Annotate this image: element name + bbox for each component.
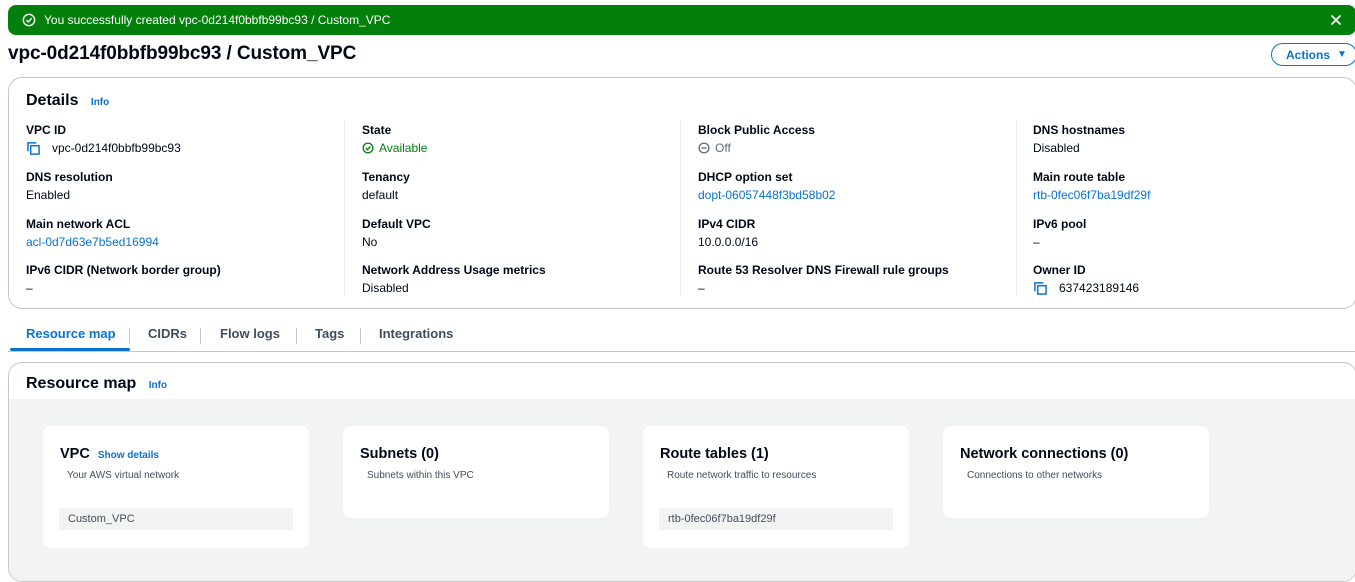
- dns-hostnames-value: Disabled: [1033, 141, 1080, 155]
- subnets-card-subtitle: Subnets within this VPC: [367, 470, 474, 481]
- field-label: Tenancy: [362, 170, 410, 184]
- field-main-network-acl: Main network ACL acl-0d7d63e7b5ed16994: [26, 217, 159, 250]
- resource-map-info-link[interactable]: Info: [149, 380, 167, 391]
- field-label: State: [362, 123, 392, 137]
- tab-resource-map[interactable]: Resource map: [26, 326, 116, 341]
- route-table-item[interactable]: rtb-0fec06f7ba19df29f: [659, 508, 893, 530]
- tab-separator: [200, 328, 201, 344]
- tab-cidrs[interactable]: CIDRs: [148, 326, 187, 341]
- field-label: DNS resolution: [26, 170, 113, 184]
- route53-value: –: [698, 281, 705, 295]
- vpc-card-title: VPC: [60, 446, 90, 462]
- field-dhcp-option-set: DHCP option set dopt-06057448f3bd58b02: [698, 170, 835, 203]
- field-label: VPC ID: [26, 123, 67, 137]
- ipv6-pool-value: –: [1033, 235, 1040, 249]
- resource-map-header: Resource map Info: [26, 375, 167, 393]
- route-tables-card: Route tables (1) Route network traffic t…: [643, 426, 909, 548]
- field-block-public-access: Block Public Access Off: [698, 123, 815, 156]
- field-label: IPv4 CIDR: [698, 217, 756, 231]
- field-tenancy: Tenancy default: [362, 170, 410, 203]
- tab-separator: [296, 328, 297, 344]
- field-main-route-table: Main route table rtb-0fec06f7ba19df29f: [1033, 170, 1150, 203]
- details-header: Details Info: [26, 92, 109, 110]
- copy-icon[interactable]: [1034, 281, 1047, 295]
- details-info-link[interactable]: Info: [91, 97, 109, 108]
- column-divider: [344, 120, 345, 295]
- field-label: DNS hostnames: [1033, 123, 1126, 137]
- field-nau-metrics: Network Address Usage metrics Disabled: [362, 263, 546, 296]
- network-connections-card-title: Network connections (0): [960, 446, 1129, 462]
- resource-map-panel: Resource map Info VPC Show details Your A…: [8, 362, 1355, 582]
- state-value: Available: [379, 141, 428, 155]
- actions-label: Actions: [1286, 47, 1331, 62]
- show-details-link[interactable]: Show details: [98, 450, 159, 461]
- field-label: IPv6 pool: [1033, 217, 1087, 231]
- ipv6-cidr-value: –: [26, 281, 33, 295]
- copy-icon[interactable]: [27, 141, 40, 155]
- tab-flow-logs[interactable]: Flow logs: [220, 326, 280, 341]
- network-connections-card: Network connections (0) Connections to o…: [943, 426, 1209, 518]
- tab-integrations[interactable]: Integrations: [379, 326, 453, 341]
- field-ipv6-pool: IPv6 pool –: [1033, 217, 1086, 250]
- field-dns-hostnames: DNS hostnames Disabled: [1033, 123, 1125, 156]
- close-icon[interactable]: [1328, 12, 1344, 28]
- actions-button[interactable]: Actions ▼: [1271, 43, 1355, 66]
- status-stopped-icon: [698, 142, 710, 154]
- dns-resolution-value: Enabled: [26, 188, 71, 202]
- main-network-acl-link[interactable]: acl-0d7d63e7b5ed16994: [26, 234, 159, 250]
- details-panel: Details Info VPC ID vpc-0d214f0bbfb99bc9…: [8, 77, 1355, 309]
- subnets-card: Subnets (0) Subnets within this VPC: [343, 426, 609, 518]
- field-label: Route 53 Resolver DNS Firewall rule grou…: [698, 263, 949, 277]
- field-label: DHCP option set: [698, 170, 793, 184]
- vpc-item[interactable]: Custom_VPC: [59, 508, 293, 530]
- ipv4-cidr-value: 10.0.0.0/16: [698, 235, 759, 249]
- resource-map-heading: Resource map: [26, 375, 137, 392]
- vpc-card-subtitle: Your AWS virtual network: [67, 470, 180, 481]
- tab-separator: [129, 328, 130, 344]
- field-state: State Available: [362, 123, 427, 156]
- field-default-vpc: Default VPC No: [362, 217, 431, 250]
- field-ipv6-cidr: IPv6 CIDR (Network border group) –: [26, 263, 221, 296]
- network-connections-card-subtitle: Connections to other networks: [967, 470, 1103, 481]
- block-public-access-value: Off: [715, 141, 731, 155]
- check-circle-icon: [22, 13, 36, 27]
- tab-separator: [360, 328, 361, 344]
- vpc-id-value: vpc-0d214f0bbfb99bc93: [52, 141, 181, 155]
- column-divider: [1016, 120, 1017, 295]
- field-dns-resolution: DNS resolution Enabled: [26, 170, 113, 203]
- column-divider: [680, 120, 681, 295]
- dhcp-option-set-link[interactable]: dopt-06057448f3bd58b02: [698, 187, 835, 203]
- subnets-card-title: Subnets (0): [360, 446, 439, 462]
- field-label: Main network ACL: [26, 217, 131, 231]
- active-tab-indicator: [10, 348, 130, 351]
- field-route53-firewall: Route 53 Resolver DNS Firewall rule grou…: [698, 263, 949, 296]
- caret-down-icon: ▼: [1337, 49, 1347, 60]
- field-ipv4-cidr: IPv4 CIDR 10.0.0.0/16: [698, 217, 758, 250]
- flash-message: You successfully created vpc-0d214f0bbfb…: [44, 13, 391, 27]
- tab-tags[interactable]: Tags: [315, 326, 344, 341]
- vpc-card-title-row: VPC Show details: [60, 446, 159, 462]
- owner-id-value: 637423189146: [1059, 281, 1140, 295]
- route-tables-card-subtitle: Route network traffic to resources: [667, 470, 817, 481]
- nau-metrics-value: Disabled: [362, 281, 409, 295]
- success-flash-banner: You successfully created vpc-0d214f0bbfb…: [8, 5, 1355, 35]
- tenancy-value: default: [362, 188, 399, 202]
- status-success-icon: [362, 142, 374, 154]
- field-label: Default VPC: [362, 217, 431, 231]
- field-vpc-id: VPC ID vpc-0d214f0bbfb99bc93: [26, 123, 181, 156]
- default-vpc-value: No: [362, 235, 378, 249]
- vpc-card: VPC Show details Your AWS virtual network…: [43, 426, 309, 548]
- page-title: vpc-0d214f0bbfb99bc93 / Custom_VPC: [8, 43, 357, 64]
- field-label: Owner ID: [1033, 263, 1086, 277]
- field-label: Main route table: [1033, 170, 1126, 184]
- tab-bar: Resource map CIDRs Flow logs Tags Integr…: [8, 320, 1355, 352]
- field-label: Block Public Access: [698, 123, 815, 137]
- field-owner-id: Owner ID 637423189146: [1033, 263, 1139, 296]
- field-label: IPv6 CIDR (Network border group): [26, 263, 221, 277]
- main-route-table-link[interactable]: rtb-0fec06f7ba19df29f: [1033, 187, 1150, 203]
- route-tables-card-title: Route tables (1): [660, 446, 769, 462]
- field-label: Network Address Usage metrics: [362, 263, 546, 277]
- details-heading: Details: [26, 92, 79, 109]
